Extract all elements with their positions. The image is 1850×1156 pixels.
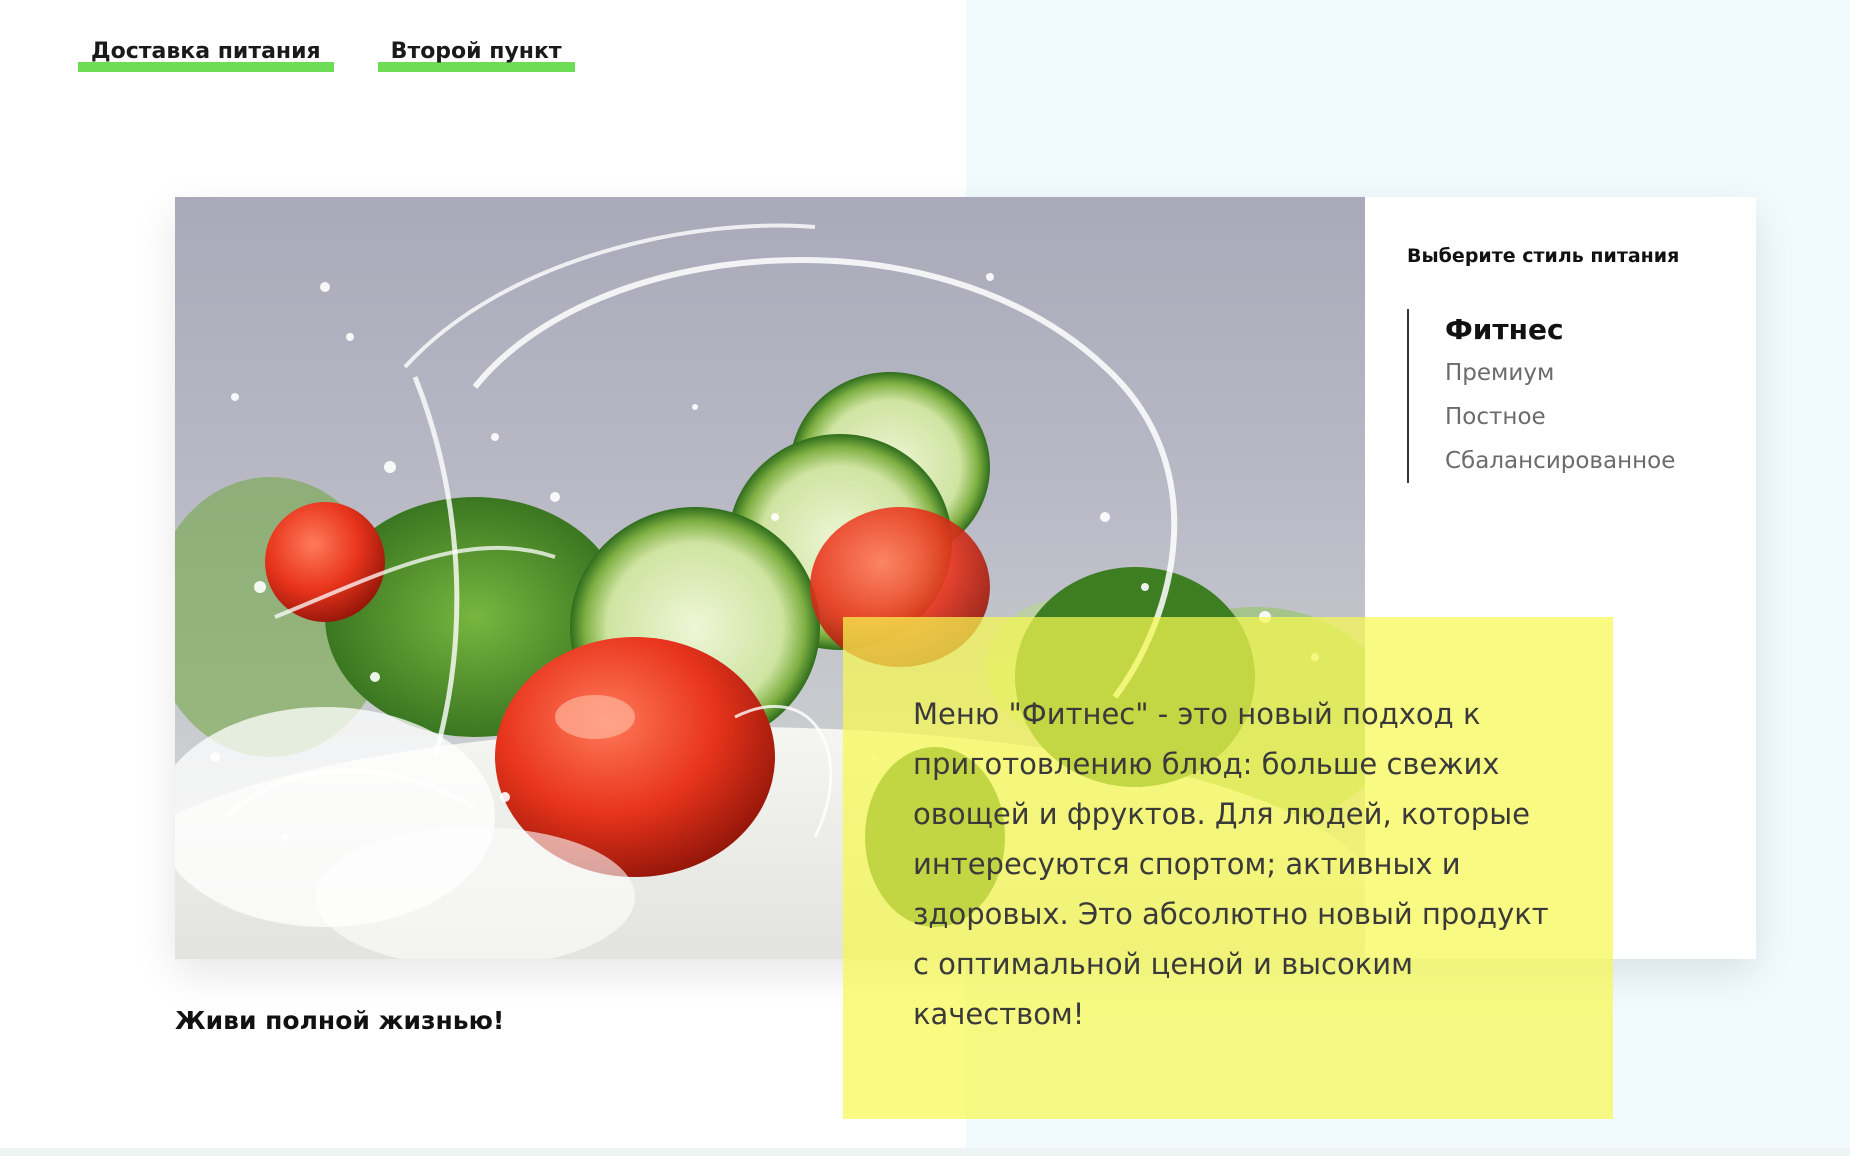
menu-description-text: Меню "Фитнес" - это новый подход к приго… <box>913 697 1549 1031</box>
diet-style-fitness[interactable]: Фитнес <box>1445 309 1727 351</box>
diet-style-title: Выберите стиль питания <box>1407 245 1680 267</box>
diet-style-lenten[interactable]: Постное <box>1445 395 1727 439</box>
bottom-strip <box>0 1148 1850 1156</box>
tagline: Живи полной жизнью! <box>175 1006 505 1035</box>
nav-link-delivery-label: Доставка питания <box>91 39 321 64</box>
nav-link-second-label: Второй пункт <box>390 39 562 64</box>
menu-description-box: Меню "Фитнес" - это новый подход к приго… <box>843 617 1613 1119</box>
diet-style-premium[interactable]: Премиум <box>1445 351 1727 395</box>
nav-link-second[interactable]: Второй пункт <box>377 38 575 72</box>
top-nav: Доставка питания Второй пункт <box>78 38 575 72</box>
diet-style-balanced[interactable]: Сбалансированное <box>1445 439 1727 483</box>
diet-style-panel: Выберите стиль питания Фитнес Премиум По… <box>1407 245 1727 483</box>
diet-style-list: Фитнес Премиум Постное Сбалансированное <box>1407 309 1727 483</box>
nav-link-delivery[interactable]: Доставка питания <box>78 38 334 72</box>
